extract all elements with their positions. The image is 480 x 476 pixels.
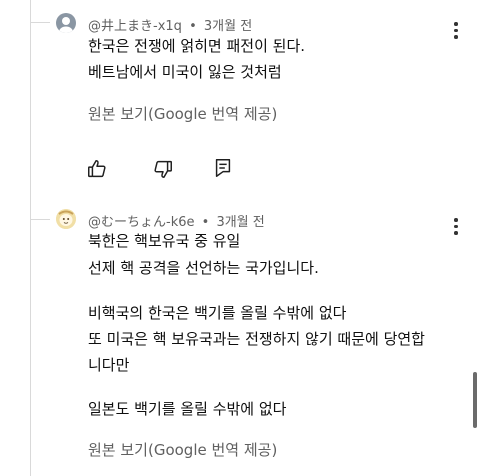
comment-author[interactable]: @井上まき-x1q bbox=[88, 19, 182, 34]
thread-branch bbox=[30, 22, 50, 23]
comment-time[interactable]: 3개월 전 bbox=[204, 19, 252, 34]
separator-dot: • bbox=[189, 19, 197, 34]
comment-time[interactable]: 3개월 전 bbox=[216, 215, 264, 230]
more-options-button[interactable] bbox=[453, 22, 459, 42]
comment-text-line: 북한은 핵보유국 중 유일 bbox=[88, 232, 241, 250]
comment-author[interactable]: @むーちょん-k6e bbox=[88, 215, 195, 230]
comment-text-line: 또 미국은 핵 보유국과는 전쟁하지 않기 때문에 당연합 bbox=[88, 330, 425, 348]
like-icon bbox=[88, 160, 106, 178]
default-avatar-icon bbox=[59, 17, 73, 33]
thread-line bbox=[30, 0, 31, 476]
comment-meta: @むーちょん-k6e • 3개월 전 bbox=[88, 211, 265, 230]
comment-text-line: 한국은 전쟁에 얽히면 패전이 된다. bbox=[88, 37, 306, 55]
comment-text-line: 선제 핵 공격을 선언하는 국가입니다. bbox=[88, 259, 319, 277]
view-original-link[interactable]: 원본 보기(Google 번역 제공) bbox=[88, 103, 277, 124]
separator-dot: • bbox=[201, 215, 210, 230]
scrollbar-thumb[interactable] bbox=[473, 372, 477, 428]
view-original-link[interactable]: 원본 보기(Google 번역 제공) bbox=[88, 439, 277, 460]
comment-text-line: 베트남에서 미국이 잃은 것처럼 bbox=[88, 63, 282, 81]
profile-picture-icon bbox=[56, 209, 76, 229]
avatar[interactable] bbox=[56, 13, 76, 33]
reply-button[interactable] bbox=[212, 157, 234, 179]
more-vert-icon bbox=[454, 22, 458, 26]
comment-text-line: 비핵국의 한국은 백기를 올릴 수밖에 없다 bbox=[88, 304, 347, 322]
dislike-icon bbox=[154, 160, 172, 178]
reply-icon bbox=[215, 159, 231, 177]
more-vert-icon bbox=[454, 218, 458, 222]
more-options-button[interactable] bbox=[453, 218, 459, 238]
like-button[interactable] bbox=[86, 158, 108, 180]
thread-branch bbox=[30, 219, 50, 220]
comment-meta: @井上まき-x1q • 3개월 전 bbox=[88, 15, 252, 34]
avatar[interactable] bbox=[56, 209, 76, 229]
comment-text-line: 일본도 백기를 올릴 수밖에 없다 bbox=[88, 400, 287, 418]
comment-text-line: 니다만 bbox=[88, 356, 130, 374]
dislike-button[interactable] bbox=[152, 158, 174, 180]
